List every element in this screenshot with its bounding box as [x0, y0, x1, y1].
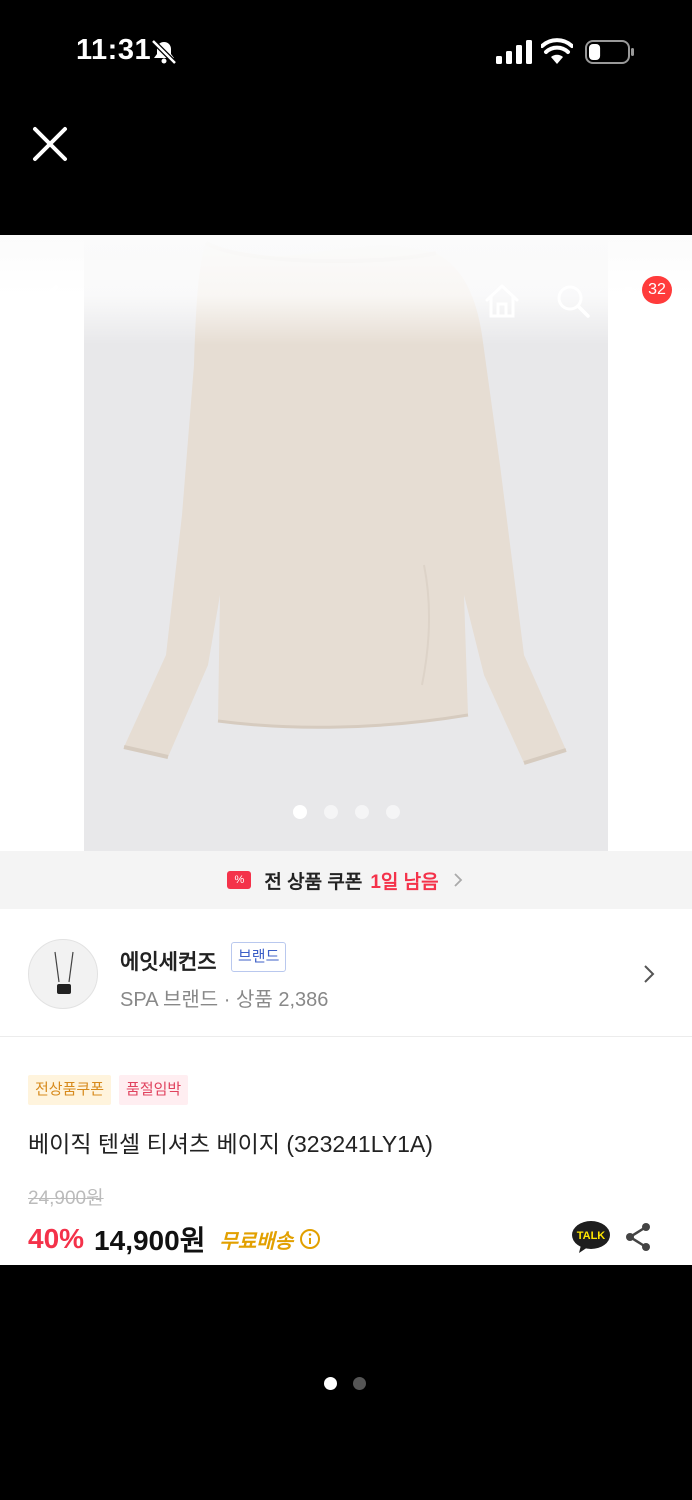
gallery-indicator: [293, 805, 400, 819]
chevron-right-icon: [644, 965, 655, 983]
search-icon[interactable]: [554, 281, 592, 321]
page-dot[interactable]: [353, 1377, 366, 1390]
cart-count-badge: 32: [642, 276, 672, 304]
viewer-bottom-area: [0, 1265, 692, 1500]
modal-close-bar: [0, 100, 692, 235]
status-bar: 11:31: [0, 0, 692, 100]
product-tags: 전상품쿠폰 품절임박: [28, 1075, 189, 1105]
gallery-dot[interactable]: [293, 805, 307, 819]
info-icon[interactable]: [299, 1228, 321, 1250]
brand-logo: [28, 939, 98, 1009]
free-shipping-label: 무료배송: [219, 1230, 294, 1253]
product-title: 베이직 텐셀 티셔츠 베이지 (323241LY1A): [28, 1131, 433, 1157]
svg-text:TALK: TALK: [577, 1230, 606, 1242]
brand-row[interactable]: 에잇세컨즈 브랜드 SPA 브랜드 · 상품 2,386: [0, 909, 692, 1037]
gallery-dot[interactable]: [324, 805, 338, 819]
close-icon[interactable]: [30, 124, 70, 164]
coupon-days-left: 1일 남음: [370, 871, 439, 893]
share-icon[interactable]: [624, 1222, 652, 1252]
bag-icon: [54, 951, 74, 994]
battery-icon: [585, 40, 634, 64]
coupon-banner-text: 전 상품 쿠폰: [264, 871, 363, 893]
bell-off-icon: [151, 39, 177, 65]
gallery-dot[interactable]: [386, 805, 400, 819]
gallery-dot[interactable]: [355, 805, 369, 819]
brand-badge: 브랜드: [231, 942, 287, 972]
product-image-gallery[interactable]: 32: [0, 235, 692, 851]
tag-coupon: 전상품쿠폰: [28, 1075, 112, 1105]
kakao-talk-icon[interactable]: TALK: [571, 1219, 611, 1255]
chevron-right-icon: [453, 873, 462, 887]
sale-price: 14,900원: [94, 1225, 206, 1256]
discount-rate: 40%: [28, 1223, 85, 1254]
coupon-banner[interactable]: % 전 상품 쿠폰 1일 남음: [0, 851, 692, 909]
product-info: 전상품쿠폰 품절임박 베이직 텐셀 티셔츠 베이지 (323241LY1A) 2…: [0, 1037, 692, 1265]
status-time: 11:31: [76, 34, 152, 66]
page-dot[interactable]: [324, 1377, 337, 1390]
brand-meta: SPA 브랜드 · 상품 2,386: [120, 989, 329, 1011]
price-row: 40% 14,900원 무료배송: [28, 1219, 321, 1259]
product-detail-screen: 32 % 전 상품 쿠폰 1일 남음 에잇세컨즈 브랜드 SPA 브랜드 · 상…: [0, 235, 692, 1265]
brand-name: 에잇세컨즈: [120, 951, 217, 974]
page-indicator: [324, 1377, 366, 1390]
coupon-percent-icon: %: [227, 871, 252, 889]
signal-icon: [496, 40, 532, 64]
home-icon[interactable]: [482, 281, 522, 321]
tag-low-stock: 품절임박: [119, 1075, 189, 1105]
original-price: 24,900원: [28, 1188, 104, 1209]
back-icon[interactable]: [30, 281, 64, 325]
wifi-icon: [541, 38, 573, 64]
